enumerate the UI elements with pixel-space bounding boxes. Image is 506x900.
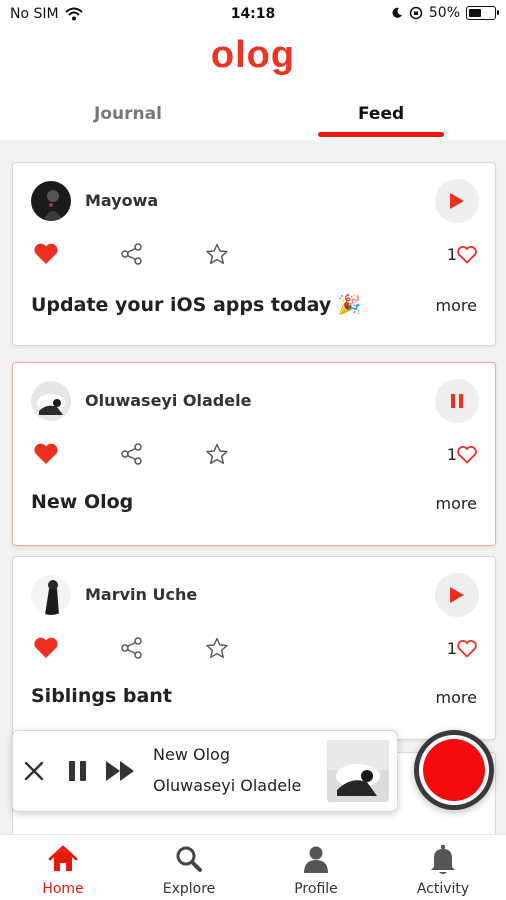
feed-card[interactable]: Marvin Uche 1 Siblings bant more	[12, 556, 496, 740]
like-count: 1	[446, 245, 457, 264]
avatar[interactable]	[31, 381, 71, 421]
share-icon[interactable]	[121, 637, 143, 659]
heart-outline-icon[interactable]	[457, 246, 477, 264]
share-icon[interactable]	[121, 443, 143, 465]
like-count: 1	[446, 445, 457, 464]
more-link[interactable]: more	[436, 296, 477, 315]
pause-icon	[451, 394, 463, 408]
tab-feed[interactable]: Feed	[358, 104, 404, 124]
nav-profile-label: Profile	[294, 881, 338, 897]
now-playing-author: Oluwaseyi Oladele	[153, 776, 302, 795]
now-playing-thumbnail	[327, 740, 389, 802]
record-dot-icon	[423, 739, 485, 801]
more-link[interactable]: more	[436, 688, 477, 707]
star-icon[interactable]	[205, 637, 229, 659]
nav-explore[interactable]: Explore	[126, 835, 252, 900]
olog-title[interactable]: New Olog	[31, 491, 133, 513]
share-icon[interactable]	[121, 243, 143, 265]
moon-icon	[392, 7, 402, 18]
search-icon	[176, 846, 202, 872]
play-button[interactable]	[435, 179, 479, 223]
avatar[interactable]	[31, 181, 71, 221]
close-icon[interactable]	[23, 760, 45, 782]
nav-home[interactable]: Home	[0, 835, 126, 900]
now-playing-title: New Olog	[153, 745, 230, 764]
tab-bar: Journal Feed	[0, 98, 506, 140]
orientation-lock-icon	[409, 6, 423, 20]
olog-title[interactable]: Update your iOS apps today 🎉	[31, 293, 362, 316]
avatar[interactable]	[31, 575, 71, 615]
nav-activity-label: Activity	[416, 881, 470, 897]
play-icon	[450, 587, 464, 603]
fast-forward-icon[interactable]	[105, 760, 137, 782]
feed-card[interactable]: Mayowa 1 Update your iOS apps today 🎉 mo…	[12, 162, 496, 346]
nav-profile[interactable]: Profile	[253, 835, 379, 900]
author-name[interactable]: Oluwaseyi Oladele	[85, 391, 251, 410]
home-icon	[48, 845, 78, 871]
like-heart-icon[interactable]	[33, 637, 59, 659]
pause-button[interactable]	[435, 379, 479, 423]
like-count: 1	[446, 639, 457, 658]
tab-journal[interactable]: Journal	[94, 104, 162, 124]
author-name[interactable]: Mayowa	[85, 191, 158, 210]
app-logo: olog	[210, 34, 296, 76]
heart-outline-icon[interactable]	[457, 640, 477, 658]
like-heart-icon[interactable]	[33, 443, 59, 465]
like-heart-icon[interactable]	[33, 243, 59, 265]
card-actions: 1	[33, 635, 477, 665]
nav-home-label: Home	[42, 881, 84, 897]
nav-activity[interactable]: Activity	[380, 835, 506, 900]
author-name[interactable]: Marvin Uche	[85, 585, 197, 604]
status-bar: No SIM 14:18 50%	[0, 0, 506, 30]
app-header: olog Journal Feed	[0, 30, 506, 140]
card-actions: 1	[33, 241, 477, 271]
record-button[interactable]	[414, 730, 494, 810]
battery-icon	[466, 6, 499, 20]
olog-title[interactable]: Siblings bant	[31, 685, 172, 707]
play-icon	[450, 193, 464, 209]
status-right: 50%	[391, 5, 499, 21]
battery-percent: 50%	[428, 5, 460, 21]
star-icon[interactable]	[205, 243, 229, 265]
mini-player[interactable]: New Olog Oluwaseyi Oladele	[12, 730, 398, 812]
bell-icon	[431, 845, 455, 874]
pause-icon[interactable]	[67, 760, 89, 782]
card-actions: 1	[33, 441, 477, 471]
heart-outline-icon[interactable]	[457, 446, 477, 464]
feed-card[interactable]: Oluwaseyi Oladele 1 New Olog more	[12, 362, 496, 546]
profile-icon	[304, 846, 328, 873]
star-icon[interactable]	[205, 443, 229, 465]
more-link[interactable]: more	[436, 494, 477, 513]
play-button[interactable]	[435, 573, 479, 617]
tab-indicator	[318, 132, 444, 137]
nav-explore-label: Explore	[162, 881, 216, 897]
bottom-nav: Home Explore Profile Activity	[0, 834, 506, 900]
